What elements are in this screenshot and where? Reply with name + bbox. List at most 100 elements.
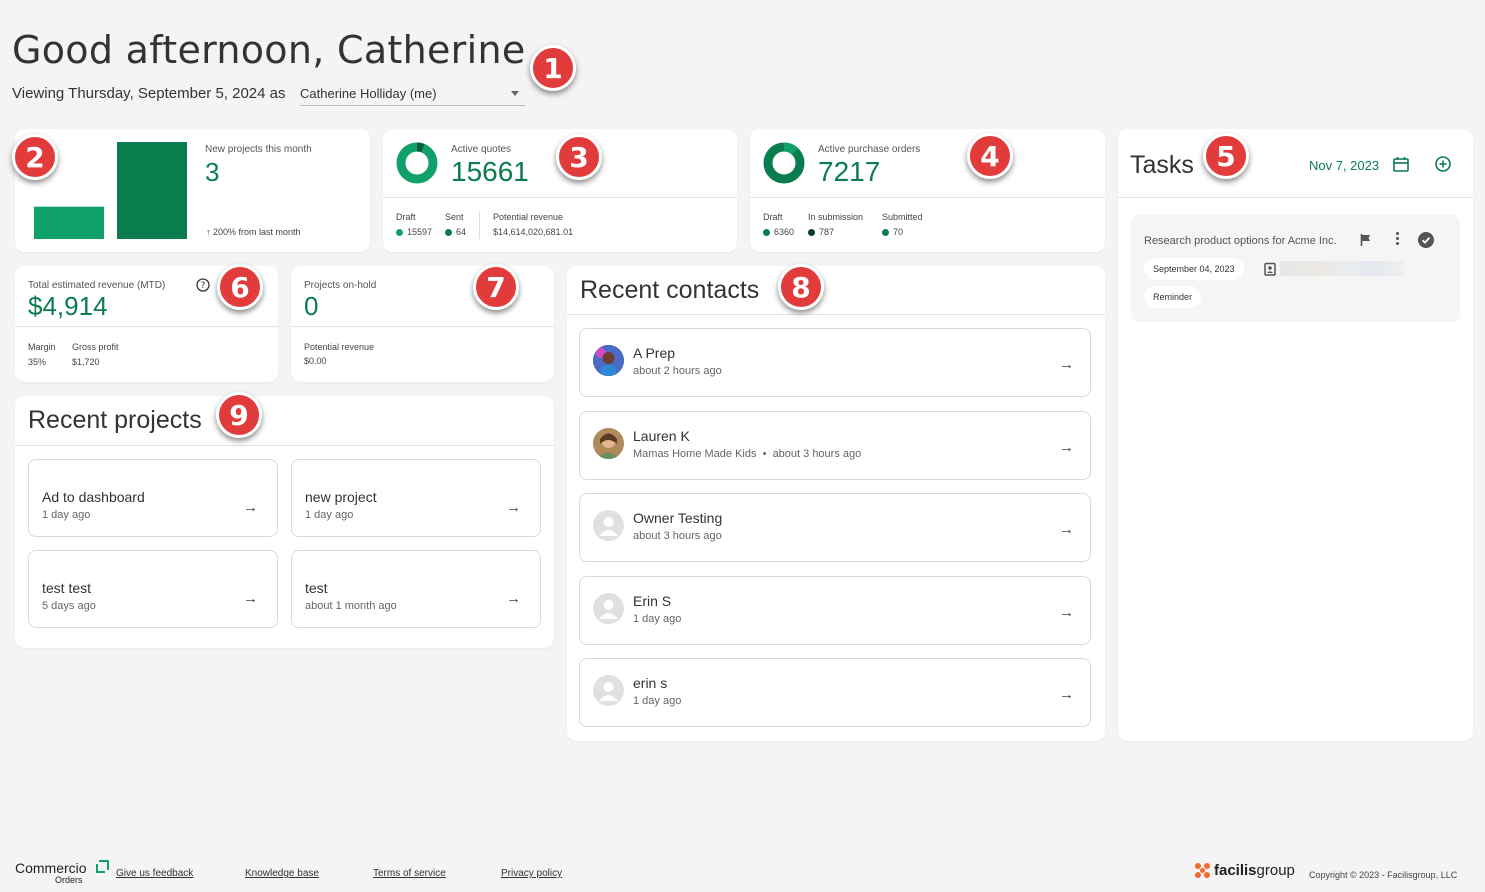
callout-badge-2: 2: [12, 134, 58, 180]
assignee-icon: [1264, 262, 1276, 276]
recent-projects-title: Recent projects: [28, 406, 202, 434]
callout-badge-4: 4: [967, 133, 1013, 179]
pos-submitted-value: 70: [882, 227, 903, 237]
contact-item[interactable]: Erin S 1 day ago →: [579, 576, 1091, 645]
pos-ring-chart: [763, 142, 805, 184]
user-select-value: Catherine Holliday (me): [300, 86, 437, 101]
contact-name: Lauren K: [633, 428, 690, 444]
caret-down-icon: [511, 91, 519, 96]
project-name: Ad to dashboard: [42, 489, 145, 505]
terms-link[interactable]: Terms of service: [373, 868, 446, 879]
brand-a: facilis: [1214, 862, 1257, 879]
tasks-card: Tasks Nov 7, 2023 Research product optio…: [1118, 129, 1473, 741]
facilisgroup-logo-icon: [1195, 863, 1210, 878]
arrow-right-icon: →: [506, 499, 521, 516]
onhold-revenue-label: Potential revenue: [304, 342, 375, 352]
project-item[interactable]: Ad to dashboard 1 day ago →: [28, 459, 278, 537]
contact-item[interactable]: erin s 1 day ago →: [579, 658, 1091, 727]
bar-this-month: [117, 142, 187, 239]
pos-draft-label: Draft: [763, 212, 783, 222]
contact-name: A Prep: [633, 345, 676, 361]
flag-icon[interactable]: [1359, 233, 1373, 247]
contact-sub: about 2 hours ago: [633, 365, 722, 377]
arrow-up-icon: ↑: [206, 227, 211, 237]
project-name: test: [305, 580, 328, 596]
quotes-revenue-value: $14,614,020,681.01: [493, 227, 574, 237]
recent-contacts-card: Recent contacts A Prep about 2 hours ago…: [567, 266, 1105, 741]
quotes-revenue-label: Potential revenue: [493, 212, 564, 222]
complete-check-icon[interactable]: [1418, 232, 1434, 248]
callout-badge-6: 6: [217, 264, 263, 310]
pos-label: Active purchase orders: [818, 144, 921, 155]
project-item[interactable]: new project 1 day ago →: [291, 459, 541, 537]
task-item[interactable]: Research product options for Acme Inc. S…: [1131, 215, 1460, 322]
quotes-sent-label: Sent: [445, 212, 464, 222]
contact-name: Erin S: [633, 593, 672, 609]
margin-label: Margin: [28, 342, 56, 352]
logo-sub-text: Orders: [55, 875, 83, 885]
assignee-redacted: [1280, 261, 1404, 276]
knowledge-base-link[interactable]: Knowledge base: [245, 868, 319, 879]
quotes-value: 15661: [451, 156, 529, 187]
project-sub: 1 day ago: [42, 509, 91, 521]
new-projects-card[interactable]: New projects this month 3 ↑ 200% from la…: [15, 129, 370, 252]
contact-sub: 1 day ago: [633, 613, 682, 625]
arrow-right-icon: →: [1059, 439, 1074, 456]
logo-main-text: Commercio: [15, 860, 87, 876]
project-sub: 1 day ago: [305, 509, 354, 521]
help-icon[interactable]: ?: [196, 278, 210, 292]
callout-badge-8: 8: [778, 264, 824, 310]
copyright: Copyright © 2023 - Facilisgroup, LLC: [1309, 870, 1458, 880]
arrow-right-icon: →: [1059, 686, 1074, 703]
callout-badge-5: 5: [1203, 133, 1249, 179]
contact-item[interactable]: Owner Testing about 3 hours ago →: [579, 493, 1091, 562]
add-task-icon[interactable]: [1434, 155, 1452, 173]
margin-value: 35%: [28, 357, 47, 367]
quotes-draft-label: Draft: [396, 212, 416, 222]
pos-draft-value: 6360: [763, 227, 794, 237]
onhold-revenue-value: $0.00: [304, 356, 327, 366]
viewing-text: Viewing Thursday, September 5, 2024 as: [12, 85, 286, 102]
callout-badge-3: 3: [556, 134, 602, 180]
new-projects-change-text: 200% from last month: [213, 227, 301, 237]
calendar-icon[interactable]: [1392, 155, 1410, 173]
facilisgroup-wordmark: facilisgroup: [1214, 862, 1295, 879]
gross-profit-label: Gross profit: [72, 342, 119, 352]
project-sub: 5 days ago: [42, 600, 96, 612]
user-select[interactable]: Catherine Holliday (me): [300, 82, 525, 106]
brand-b: group: [1256, 862, 1295, 879]
avatar: [593, 345, 624, 376]
quotes-label: Active quotes: [451, 144, 512, 155]
quotes-sent-value: 64: [445, 227, 466, 237]
new-projects-label: New projects this month: [205, 144, 312, 155]
onhold-value: 0: [304, 291, 319, 321]
callout-badge-9: 9: [216, 392, 262, 438]
project-sub: about 1 month ago: [305, 600, 397, 612]
arrow-right-icon: →: [1059, 521, 1074, 538]
task-tag-chip: Reminder: [1144, 286, 1202, 308]
tasks-date[interactable]: Nov 7, 2023: [1309, 158, 1379, 173]
tasks-title: Tasks: [1130, 151, 1194, 179]
project-name: new project: [305, 489, 377, 505]
project-item[interactable]: test about 1 month ago →: [291, 550, 541, 628]
recent-projects-card: Recent projects Ad to dashboard 1 day ag…: [15, 396, 554, 648]
callout-badge-1: 1: [530, 45, 576, 91]
avatar: [593, 428, 624, 459]
pos-submitted-label: Submitted: [882, 212, 923, 222]
project-name: test test: [42, 580, 92, 596]
pos-insub-label: In submission: [808, 212, 864, 222]
quotes-draft-value: 15597: [396, 227, 432, 237]
active-pos-card[interactable]: Active purchase orders 7217 Draft 6360 I…: [750, 129, 1105, 252]
arrow-right-icon: →: [243, 590, 258, 607]
feedback-link[interactable]: Give us feedback: [116, 868, 193, 879]
arrow-right-icon: →: [506, 590, 521, 607]
privacy-link[interactable]: Privacy policy: [501, 868, 562, 879]
project-item[interactable]: test test 5 days ago →: [28, 550, 278, 628]
callout-badge-7: 7: [473, 264, 519, 310]
contact-sub: Mamas Home Made Kids • about 3 hours ago: [633, 448, 862, 460]
contact-item[interactable]: A Prep about 2 hours ago →: [579, 328, 1091, 397]
revenue-value: $4,914: [28, 291, 108, 321]
more-vert-icon[interactable]: [1394, 231, 1400, 247]
contact-name: erin s: [633, 675, 668, 691]
contact-item[interactable]: Lauren K Mamas Home Made Kids • about 3 …: [579, 411, 1091, 480]
